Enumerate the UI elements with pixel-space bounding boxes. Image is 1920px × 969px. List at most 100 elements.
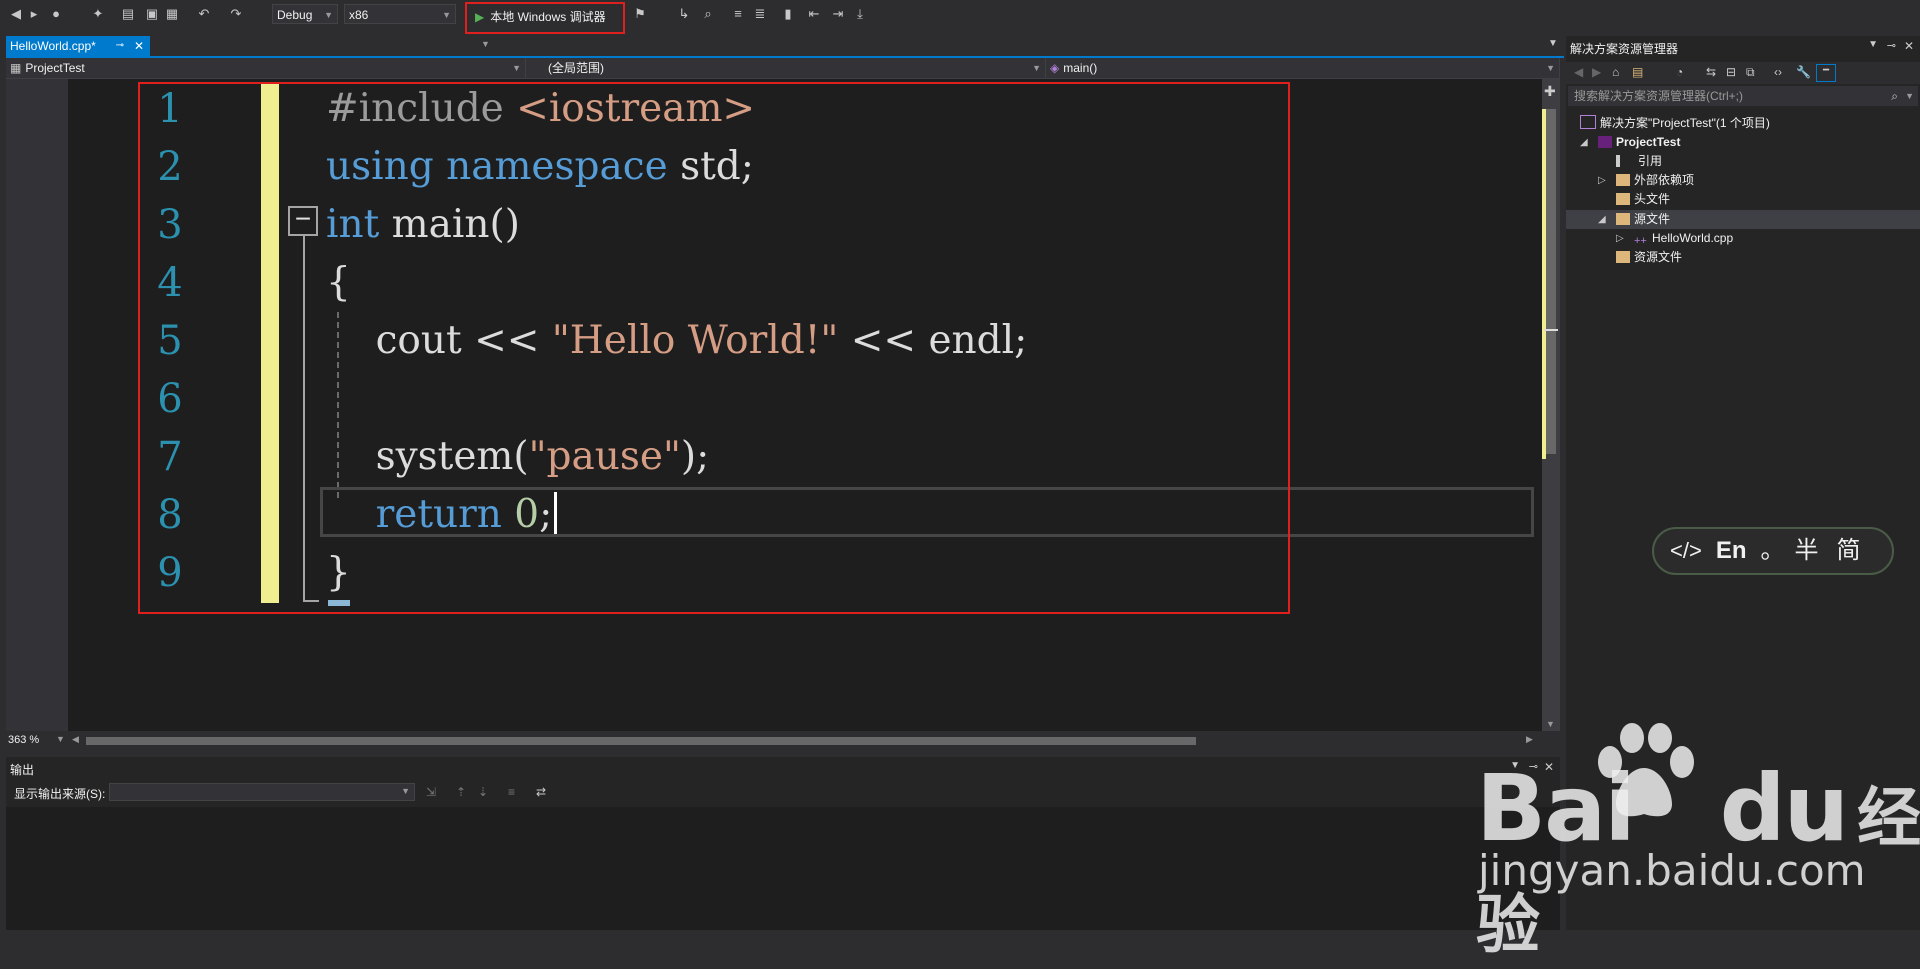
folder-icon [1616,193,1630,205]
save-all-icon[interactable]: ▦ [164,6,180,22]
save-icon[interactable]: ▣ [144,6,160,22]
watermark-url: jingyan.baidu.com [1478,846,1866,895]
solution-search-input[interactable]: 搜索解决方案资源管理器(Ctrl+;) ⌕ ▼ [1568,86,1918,106]
horizontal-scroll-thumb[interactable] [86,737,1196,745]
expanded-arrow-icon[interactable]: ◢ [1598,214,1606,225]
output-source-dropdown[interactable]: ▼ [109,783,415,801]
forward-icon[interactable]: ▸ [26,6,42,22]
pin-icon[interactable]: ⊸ [116,36,124,56]
sync-icon[interactable]: ⇆ [1706,65,1716,79]
annotation-highlight-box [138,82,1290,614]
close-icon[interactable]: ✕ [134,36,144,56]
close-icon[interactable]: ✕ [1904,39,1914,53]
tree-item-source-files[interactable]: 源文件 [1616,210,1670,229]
pending-changes-icon[interactable]: ◔ [1676,65,1683,79]
pin-icon[interactable]: ⊸ [1887,39,1896,52]
chevron-down-icon: ▼ [481,39,490,49]
tree-item-references[interactable]: 引用 [1616,152,1662,171]
cpp-file-icon: ++ [1634,235,1647,247]
step-icon[interactable]: ↳ [676,6,692,22]
method-icon: ◈ [1050,61,1060,75]
next-bookmark-icon[interactable]: ⇥ [830,6,846,22]
tab-helloworld-cpp[interactable]: HelloWorld.cpp* ⊸ ✕ [6,36,150,56]
collapsed-arrow-icon[interactable]: ▷ [1598,175,1606,186]
word-wrap-icon[interactable]: ⇄ [536,785,546,799]
ime-status-badge[interactable]: </> En。半简 [1652,527,1894,575]
references-icon [1616,155,1634,167]
tab-list-dropdown-icon[interactable]: ▼ [1548,38,1558,49]
find-icon[interactable]: ⌕ [700,6,716,22]
chevron-down-icon: ▼ [1546,63,1555,73]
prev-bookmark-icon[interactable]: ⇤ [806,6,822,22]
chevron-down-icon: ▼ [1032,63,1041,73]
home-icon[interactable]: ⌂ [1612,65,1619,79]
back-icon[interactable]: ◀ [8,6,24,22]
caret-marker [1544,329,1558,331]
platform-dropdown[interactable]: x86 ▼ [344,4,456,24]
config-dropdown[interactable]: Debug ▼ [272,4,338,24]
tree-item-project[interactable]: ProjectTest [1598,133,1680,152]
forward-icon[interactable]: ▶ [1592,65,1601,79]
solution-icon [1580,115,1596,129]
collapse-all-icon[interactable]: ⊟ [1726,65,1736,79]
main-toolbar: ◀ ▸ ● ✦ ▤ ▣ ▦ ↶ ↷ Debug ▼ x86 ▼ ▶ 本地 Window… [0,0,1920,49]
preview-icon[interactable]: ━ [1816,64,1836,82]
chevron-down-icon: ▼ [401,786,410,796]
search-icon: ⌕ [1891,89,1898,103]
attach-icon[interactable]: ⚑ [632,6,648,22]
view-code-icon[interactable]: ‹› [1774,65,1782,79]
collapsed-arrow-icon[interactable]: ▷ [1616,233,1624,244]
folder-open-icon [1616,213,1630,225]
chevron-down-icon: ▼ [1905,91,1914,101]
folder-icon [1616,251,1630,263]
tree-item-header-files[interactable]: 头文件 [1616,190,1670,209]
new-project-icon[interactable]: ✦ [90,6,106,22]
zoom-dropdown[interactable]: 363 % [8,734,39,746]
output-source-label: 显示输出来源(S): [14,787,106,801]
indent-icon[interactable]: ≡ [730,6,746,22]
output-text-area[interactable] [6,807,1560,930]
chevron-down-icon: ▼ [512,63,521,73]
expanded-arrow-icon[interactable]: ◢ [1580,137,1588,148]
show-all-files-icon[interactable]: ⧉ [1746,65,1755,80]
indicator-margin [6,79,68,731]
chevron-down-icon: ▼ [324,10,333,20]
vertical-scrollbar[interactable]: ✚ ▼ [1542,79,1560,731]
tree-item-external-deps[interactable]: 外部依赖项 [1616,171,1694,190]
output-panel: 输出 ▼ ⊸ ✕ 显示输出来源(S): ▼ ⇲ ⇡ ⇣ ≡ ⇄ [6,757,1560,930]
project-dropdown[interactable]: ▦ ProjectTest ▼ [6,58,526,78]
undo-icon[interactable]: ↶ [196,6,212,22]
back-icon[interactable]: ◀ [1574,65,1583,79]
switch-view-icon[interactable]: ▤ [1632,65,1643,79]
bookmark-icon[interactable]: ▮ [780,6,796,22]
find-message-icon[interactable]: ⇲ [426,785,436,799]
split-icon[interactable]: ✚ [1544,83,1556,100]
panel-dropdown-icon[interactable]: ▼ [1868,39,1878,50]
start-debugger-button[interactable]: ▶ 本地 Windows 调试器 ▼ [465,2,625,49]
tree-item-resource-files[interactable]: 资源文件 [1616,248,1682,267]
scroll-left-icon[interactable]: ◀ [72,734,79,745]
outdent-icon[interactable]: ≣ [752,6,768,22]
paw-icon [1598,723,1694,817]
properties-icon[interactable]: 🔧 [1796,65,1811,79]
tree-item-helloworld-cpp[interactable]: ++ HelloWorld.cpp [1634,229,1733,248]
clear-bookmark-icon[interactable]: ⤓ [852,6,868,22]
project-icon [1598,136,1612,148]
open-icon[interactable]: ▤ [120,6,136,22]
clear-all-icon[interactable]: ≡ [508,785,515,799]
chevron-down-icon[interactable]: ▼ [56,734,65,744]
next-message-icon[interactable]: ⇣ [478,785,488,799]
circle-icon[interactable]: ● [48,6,64,22]
scroll-right-icon[interactable]: ▶ [1526,734,1533,745]
prev-message-icon[interactable]: ⇡ [456,785,466,799]
editor-status-bar: 363 % ▼ ◀ ▶ [6,731,1560,751]
redo-icon[interactable]: ↷ [228,6,244,22]
scope-dropdown[interactable]: (全局范围) ▼ [526,58,1046,78]
solution-explorer-title: 解决方案资源管理器 [1570,42,1679,56]
scroll-down-icon[interactable]: ▼ [1546,719,1555,729]
tree-item-solution[interactable]: 解决方案"ProjectTest"(1 个项目) [1580,114,1770,133]
output-title: 输出 [10,763,35,777]
member-dropdown[interactable]: ◈ main() ▼ [1046,58,1560,78]
scroll-thumb[interactable] [1546,109,1556,454]
code-icon: </> [1670,538,1702,563]
